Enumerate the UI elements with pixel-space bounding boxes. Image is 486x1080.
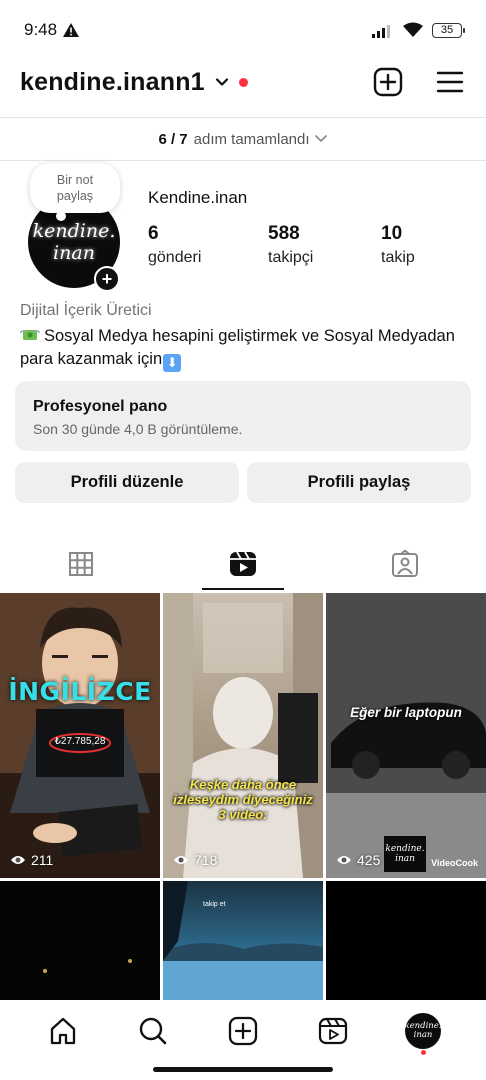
profile-bio: Sosyal Medya hesapini geliştirmek ve Sos…: [20, 325, 472, 372]
profile-content-tabs: [0, 536, 486, 592]
stat-followers[interactable]: 588 takipçi: [268, 222, 381, 270]
watermark-line1: kendine.: [385, 844, 425, 854]
eye-icon: [337, 856, 351, 864]
stat-posts[interactable]: 6 gönderi: [148, 222, 268, 270]
display-name: Kendine.inan: [148, 188, 248, 207]
pro-dashboard-subtitle: Son 30 günde 4,0 B görüntüleme.: [33, 421, 243, 437]
watermark-logo: kendine. inan: [384, 836, 426, 872]
nav-search[interactable]: [133, 1011, 173, 1051]
watermark-line2: inan: [395, 854, 415, 864]
tagged-person-icon: [392, 550, 418, 577]
professional-dashboard-card[interactable]: Profesyonel pano Son 30 günde 4,0 B görü…: [15, 381, 471, 451]
nav-reels[interactable]: [313, 1011, 353, 1051]
money-with-wings-icon: [20, 329, 40, 340]
reel-tile[interactable]: [326, 881, 486, 1001]
signal-icon: [372, 24, 390, 38]
home-indicator: [153, 1067, 333, 1072]
reel-tile[interactable]: Keşke daha önce izleseydim diyeceğiniz 3…: [163, 593, 323, 878]
reel-thumbnail-illustration: [163, 881, 323, 1001]
view-count: 211: [10, 852, 53, 868]
header-divider: [0, 117, 486, 118]
stat-value: 6: [148, 223, 159, 244]
profile-category: Dijital İçerik Üretici: [20, 302, 152, 319]
nav-create[interactable]: [223, 1011, 263, 1051]
reels-icon: [318, 1017, 348, 1045]
tab-posts-grid[interactable]: [0, 536, 162, 592]
stat-value: 588: [268, 223, 300, 244]
profile-header: kendine.inann1: [0, 56, 486, 108]
note-line1: Bir not: [56, 173, 94, 187]
avatar-text-line2: inan: [53, 242, 95, 264]
share-profile-button[interactable]: Profili paylaş: [247, 462, 471, 503]
battery-indicator: 35: [432, 22, 465, 38]
wifi-icon: [403, 22, 423, 37]
edit-profile-button[interactable]: Profili düzenle: [15, 462, 239, 503]
stat-label: gönderi: [148, 249, 202, 266]
nav-home[interactable]: [43, 1011, 83, 1051]
reel-tile[interactable]: takip et: [163, 881, 323, 1001]
note-line2: paylaş: [56, 189, 94, 203]
reel-caption: Keşke daha önce izleseydim diyeceğiniz 3…: [173, 777, 313, 822]
chevron-down-icon[interactable]: [215, 75, 229, 89]
tab-reels[interactable]: [162, 536, 324, 592]
share-note-bubble[interactable]: Bir not paylaş: [30, 163, 120, 221]
nav-profile[interactable]: kendine. inan: [403, 1011, 443, 1055]
reel-tile[interactable]: Eğer bir laptopun kendine. inan VideoCoo…: [326, 593, 486, 878]
reel-title: İNGİLİZCE: [8, 677, 152, 706]
reel-thumbnail-illustration: [43, 959, 132, 973]
tab-tagged[interactable]: [324, 536, 486, 592]
steps-text: adım tamamlandı: [193, 130, 310, 148]
stat-label: takip: [381, 249, 415, 266]
stat-label: takipçi: [268, 249, 314, 266]
nav-notification-dot: [420, 1050, 426, 1055]
avatar-text-line1: kendine.: [32, 220, 116, 242]
search-icon: [139, 1017, 167, 1045]
eye-icon: [174, 856, 188, 864]
grid-icon: [69, 552, 93, 576]
hamburger-menu-icon: [436, 71, 464, 93]
status-bar: 9:48 35: [0, 0, 486, 60]
reel-thumbnail-illustration: [163, 593, 323, 878]
plus-square-icon: [373, 67, 403, 97]
nav-avatar-line2: inan: [413, 1030, 433, 1040]
stat-value: 10: [381, 223, 403, 244]
view-count: 425: [336, 852, 380, 868]
view-count-value: 211: [31, 852, 54, 868]
add-story-plus-icon[interactable]: +: [94, 266, 120, 292]
reel-tile[interactable]: İNGİLİZCE ₺27.785,28 211: [0, 593, 160, 878]
view-count-value: 718: [194, 852, 218, 868]
warning-icon: [63, 23, 80, 37]
create-button[interactable]: [372, 66, 404, 98]
reels-icon: [230, 551, 256, 576]
reel-small-text: takip et: [203, 901, 226, 908]
profile-steps-progress[interactable]: 6 / 7 adım tamamlandı: [0, 124, 486, 154]
status-time: 9:48: [24, 20, 58, 39]
profile-stats: 6 gönderi 588 takipçi 10 takip: [148, 222, 471, 270]
view-count: 718: [173, 852, 217, 868]
pro-dashboard-title: Profesyonel pano: [33, 398, 168, 415]
menu-button[interactable]: [434, 66, 466, 98]
videocook-label: VideoCook: [431, 858, 478, 868]
reel-tile[interactable]: [0, 881, 160, 1001]
stat-following[interactable]: 10 takip: [381, 222, 471, 270]
notification-dot: [238, 77, 248, 87]
down-arrow-icon: ⬇: [163, 354, 182, 372]
steps-count: 6 / 7: [158, 130, 188, 148]
view-count-value: 425: [357, 852, 381, 868]
chevron-down-icon: [314, 135, 327, 143]
home-icon: [50, 1017, 76, 1045]
reel-amount: ₺27.785,28: [54, 736, 106, 747]
eye-icon: [11, 856, 25, 864]
nav-avatar: kendine. inan: [404, 1013, 442, 1049]
plus-square-icon: [228, 1016, 258, 1046]
bottom-navigation: kendine. inan: [0, 1000, 486, 1062]
username-switcher[interactable]: kendine.inann1: [20, 68, 205, 97]
reel-caption: Eğer bir laptopun: [350, 705, 462, 720]
steps-divider: [0, 160, 486, 161]
bio-text: Sosyal Medya hesapini geliştirmek ve Sos…: [20, 327, 455, 368]
